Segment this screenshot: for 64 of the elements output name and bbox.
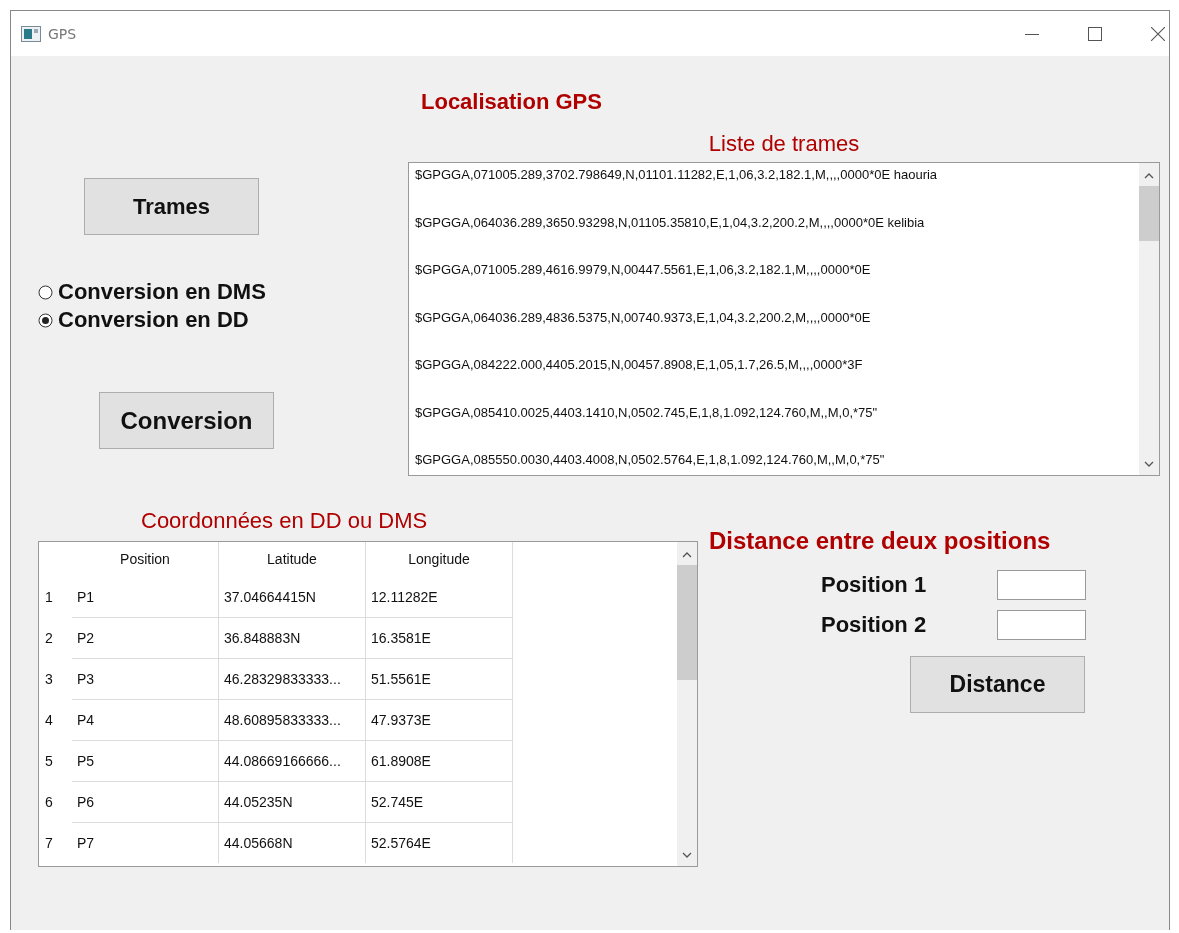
position-label: Position 1 [821, 571, 928, 599]
frame-item[interactable]: $GPGGA,071005.289,4616.9979,N,00447.5561,E,1,06,3.2,182.1,M,,,,0000*0E [415, 260, 1139, 308]
frames-list[interactable] [408, 162, 1160, 476]
row-number: 5 [44, 751, 54, 771]
row-number: 1 [44, 587, 54, 607]
table-cell: 16.3581E [366, 617, 513, 658]
table-cell: P3 [72, 658, 219, 699]
table-cell: 36.848883N [219, 617, 366, 658]
table-cell: 51.5561E [366, 658, 513, 699]
close-icon[interactable] [1151, 26, 1165, 41]
position-field[interactable] [997, 570, 1086, 600]
table-cell: 44.08669166666... [219, 740, 366, 781]
scrollbar-thumb[interactable] [677, 565, 697, 680]
row-number: 4 [44, 710, 54, 730]
table-cell: P1 [72, 576, 219, 617]
table-cell: 61.8908E [366, 740, 513, 781]
table-cell: P2 [72, 617, 219, 658]
scroll-up-icon[interactable] [1144, 173, 1154, 179]
table-cell: 37.04664415N [219, 576, 366, 617]
table-cell: 47.9373E [366, 699, 513, 740]
table-cell: 46.28329833333... [219, 658, 366, 699]
app-heading: Localisation GPS [421, 89, 602, 114]
radio-icon[interactable] [38, 284, 53, 300]
frame-item[interactable]: $GPGGA,085410.0025,4403.1410,N,0502.745,E,1,8,1.092,124.760,M,,M,0,*75" [415, 402, 1139, 450]
trames-button[interactable]: Trames [84, 178, 259, 235]
conversion-radio[interactable]: Conversion en DMS [38, 279, 266, 305]
table-cell: 12.11282E [366, 576, 513, 617]
column-header[interactable]: Longitude [366, 542, 513, 576]
distance-button[interactable]: Distance [910, 656, 1085, 713]
table-cell: 48.60895833333... [219, 699, 366, 740]
scroll-down-icon[interactable] [682, 852, 692, 858]
frame-item[interactable]: $GPGGA,084222.000,4405.2015,N,00457.8908,E,1,05,1.7,26.5,M,,,,0000*3F [415, 355, 1139, 403]
coordinates-label: Coordonnées en DD ou DMS [141, 508, 429, 534]
row-number: 3 [44, 669, 54, 689]
table-cell: P5 [72, 740, 219, 781]
scroll-up-icon[interactable] [682, 552, 692, 558]
scroll-down-icon[interactable] [1144, 461, 1154, 467]
position-label: Position 2 [821, 611, 928, 639]
table-cell: 52.5764E [366, 822, 513, 863]
position-field[interactable] [997, 610, 1086, 640]
frames-list-label: Liste de trames [708, 131, 860, 157]
table-cell: 52.745E [366, 781, 513, 822]
radio-icon[interactable] [38, 312, 53, 328]
row-number: 7 [44, 833, 54, 853]
table-cell: P7 [72, 822, 219, 863]
conversion-radio[interactable]: Conversion en DD [38, 307, 266, 333]
table-cell: P6 [72, 781, 219, 822]
table-cell: 44.05668N [219, 822, 366, 863]
table-cell: P4 [72, 699, 219, 740]
conversion-button[interactable]: Conversion [99, 392, 274, 449]
frame-item[interactable]: $GPGGA,085550.0030,4403.4008,N,0502.5764,E,1,8,1.092,124.760,M,,M,0,*75" [415, 450, 1139, 475]
table-cell: 44.05235N [219, 781, 366, 822]
row-number: 2 [44, 628, 54, 648]
maximize-icon[interactable] [1088, 26, 1102, 41]
distance-heading: Distance entre deux positions [709, 526, 1051, 556]
frame-item[interactable]: $GPGGA,064036.289,3650.93298,N,01105.35810,E,1,04,3.2,200.2,M,,,,0000*0E kelibia [415, 212, 1139, 260]
window-title: GPS [48, 25, 77, 42]
column-header[interactable]: Latitude [219, 542, 366, 576]
row-number: 6 [44, 792, 54, 812]
window-app-icon [21, 25, 41, 42]
scrollbar-thumb[interactable] [1139, 186, 1159, 241]
column-header[interactable]: Position [72, 542, 219, 576]
frame-item[interactable]: $GPGGA,064036.289,4836.5375,N,00740.9373,E,1,04,3.2,200.2,M,,,,0000*0E [415, 307, 1139, 355]
frame-item[interactable]: $GPGGA,071005.289,3702.798649,N,01101.11282,E,1,06,3.2,182.1,M,,,,0000*0E haouria [415, 165, 1139, 213]
